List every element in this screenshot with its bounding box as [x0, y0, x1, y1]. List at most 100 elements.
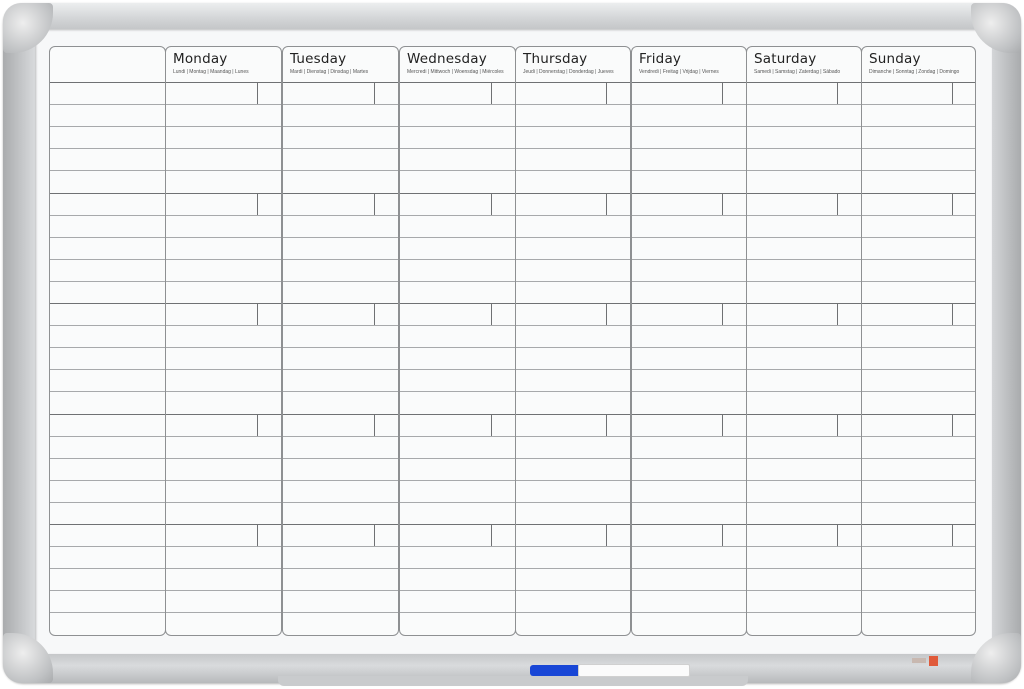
row-line	[400, 612, 515, 614]
day-translations: Samedi | Samstag | Zaterdag | Sábado	[754, 69, 841, 75]
row-line	[50, 369, 165, 371]
row-line	[50, 126, 165, 128]
row-line	[862, 568, 975, 570]
row-line	[50, 258, 165, 260]
row-line	[166, 435, 281, 437]
row-line	[50, 280, 165, 282]
row-line	[50, 148, 165, 150]
row-line	[166, 391, 281, 393]
date-box-divider	[606, 413, 607, 436]
week-divider	[862, 192, 975, 194]
row-line	[862, 236, 975, 238]
row-line	[862, 347, 975, 349]
week-divider	[747, 192, 861, 194]
row-line	[862, 258, 975, 260]
date-box-divider	[257, 524, 258, 546]
row-line	[516, 546, 630, 548]
row-line	[166, 568, 281, 570]
row-line	[283, 325, 398, 327]
week-divider	[747, 303, 861, 304]
row-line	[862, 126, 975, 128]
week-divider	[400, 413, 515, 415]
row-line	[516, 590, 630, 592]
row-line	[516, 479, 630, 481]
day-translations: Mardi | Dienstag | Dinsdag | Martes	[290, 69, 369, 75]
row-line	[747, 258, 861, 260]
date-box-divider	[722, 192, 723, 215]
row-line	[747, 347, 861, 349]
column-header: Saturday Samedi | Samstag | Zaterdag | Sá…	[747, 47, 861, 83]
row-line	[516, 104, 630, 106]
week-divider	[400, 192, 515, 194]
row-line	[400, 148, 515, 150]
row-line	[632, 568, 746, 570]
date-box-divider	[374, 192, 375, 215]
date-box-divider	[837, 524, 838, 546]
week-divider	[632, 192, 746, 194]
date-box-divider	[722, 82, 723, 104]
row-line	[747, 590, 861, 592]
week-divider	[516, 413, 630, 415]
row-line	[283, 258, 398, 260]
week-divider	[166, 192, 281, 194]
row-line	[400, 170, 515, 172]
row-line	[283, 236, 398, 238]
day-title: Saturday	[754, 51, 817, 67]
column-header: Sunday Dimanche | Sonntag | Zondag | Domi…	[862, 47, 975, 83]
day-title: Tuesday	[290, 51, 347, 67]
row-line	[516, 612, 630, 614]
week-divider	[862, 524, 975, 525]
row-line	[632, 170, 746, 172]
row-line	[862, 104, 975, 106]
row-line	[632, 369, 746, 371]
date-box-divider	[952, 192, 953, 215]
row-line	[632, 590, 746, 592]
date-box-divider	[491, 524, 492, 546]
row-line	[516, 369, 630, 371]
day-translations: Lundi | Montag | Maandag | Lunes	[173, 69, 249, 75]
row-line	[632, 214, 746, 216]
marker-body	[578, 664, 690, 677]
day-column: Tuesday Mardi | Dienstag | Dinsdag | Mart…	[282, 46, 399, 636]
date-box-divider	[837, 192, 838, 215]
row-line	[400, 214, 515, 216]
date-box-divider	[952, 303, 953, 325]
date-box-divider	[606, 524, 607, 546]
row-line	[747, 501, 861, 503]
week-divider	[283, 303, 398, 304]
week-divider	[516, 303, 630, 304]
row-line	[400, 546, 515, 548]
row-line	[400, 369, 515, 371]
frame-top-rail	[3, 3, 1021, 31]
row-line	[862, 369, 975, 371]
week-divider	[50, 303, 165, 304]
row-line	[516, 501, 630, 503]
week-divider	[283, 524, 398, 525]
day-translations: Jeudi | Donnerstag | Donderdag | Jueves	[523, 69, 614, 75]
row-line	[400, 236, 515, 238]
date-box-divider	[257, 82, 258, 104]
row-line	[50, 236, 165, 238]
row-line	[862, 391, 975, 393]
day-column: Monday Lundi | Montag | Maandag | Lunes	[165, 46, 282, 636]
date-box-divider	[722, 413, 723, 436]
row-line	[283, 214, 398, 216]
date-box-divider	[491, 192, 492, 215]
row-line	[166, 590, 281, 592]
row-line	[400, 501, 515, 503]
row-line	[747, 148, 861, 150]
date-box-divider	[374, 82, 375, 104]
date-box-divider	[722, 524, 723, 546]
day-column: Saturday Samedi | Samstag | Zaterdag | Sá…	[746, 46, 862, 636]
date-box-divider	[952, 82, 953, 104]
week-divider	[747, 524, 861, 525]
column-header: Wednesday Mercredi | Mittwoch | Woensdag …	[400, 47, 515, 83]
row-line	[50, 479, 165, 481]
row-line	[747, 236, 861, 238]
row-line	[516, 214, 630, 216]
row-line	[400, 479, 515, 481]
date-box-divider	[491, 303, 492, 325]
row-line	[632, 347, 746, 349]
row-line	[862, 457, 975, 459]
whiteboard-marker-icon[interactable]	[530, 664, 690, 677]
